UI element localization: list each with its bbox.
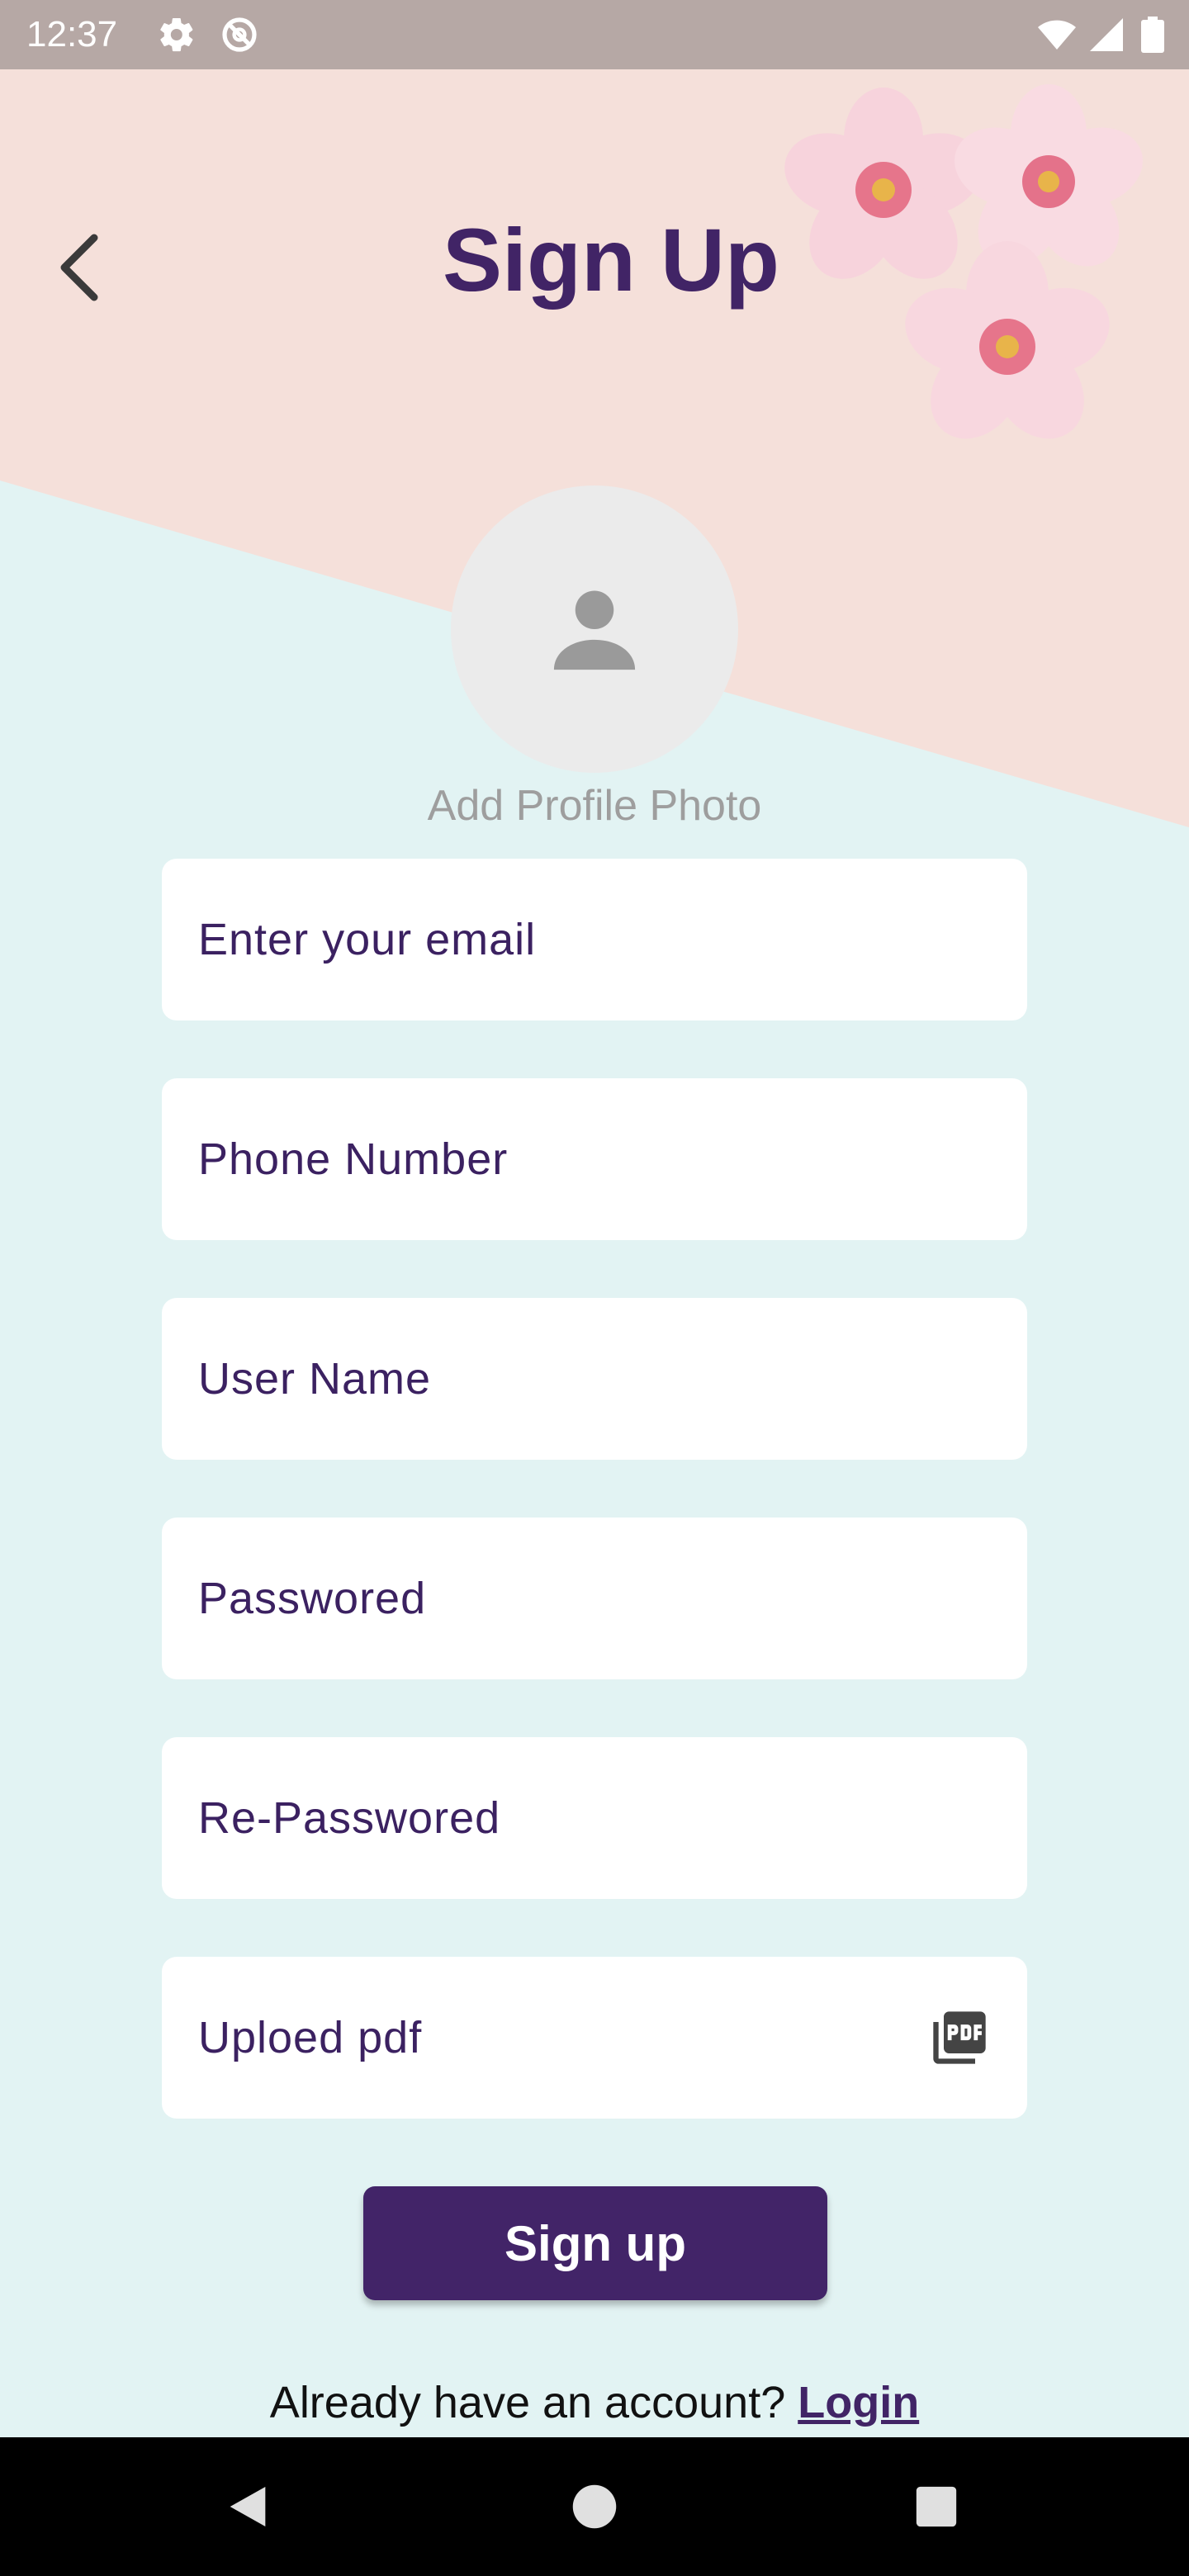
- blossom-flower: [784, 88, 983, 279]
- person-icon: [553, 590, 636, 670]
- login-link[interactable]: Login: [798, 2378, 919, 2427]
- blossom-flower: [955, 84, 1143, 267]
- signup-screen: 12:37 Sign Up Add Profile Photo Enter yo…: [0, 0, 1189, 2576]
- back-button[interactable]: [46, 225, 112, 310]
- nav-home-icon: [572, 2484, 617, 2529]
- signal-icon: [1090, 18, 1123, 51]
- no-disturb-icon: [222, 17, 257, 52]
- nav-back-button[interactable]: [215, 2474, 281, 2540]
- password-field[interactable]: Passwored: [162, 1518, 1027, 1679]
- system-navigation-bar: [0, 2437, 1189, 2576]
- upload-pdf-field[interactable]: Uploed pdf: [162, 1957, 1027, 2119]
- signup-button[interactable]: Sign up: [363, 2186, 827, 2300]
- status-time: 12:37: [26, 14, 118, 54]
- battery-icon: [1141, 17, 1164, 53]
- pdf-icon: [933, 2011, 986, 2064]
- email-field[interactable]: Enter your email: [162, 859, 1027, 1020]
- nav-home-button[interactable]: [561, 2474, 628, 2540]
- profile-photo-button[interactable]: [451, 485, 738, 773]
- repeat-password-field-placeholder: Re-Passwored: [198, 1793, 501, 1843]
- user-name-field-placeholder: User Name: [198, 1354, 432, 1404]
- gear-icon: [160, 17, 193, 52]
- upload-pdf-field-placeholder: Uploed pdf: [198, 2013, 423, 2062]
- add-profile-photo-label: Add Profile Photo: [427, 782, 762, 830]
- pdf-upload-button[interactable]: [928, 2006, 991, 2069]
- login-prompt-row: Already have an account? Login: [0, 2371, 1189, 2434]
- nav-back-icon: [230, 2487, 266, 2526]
- password-field-placeholder: Passwored: [198, 1574, 427, 1623]
- nav-recents-icon: [916, 2486, 957, 2527]
- status-bar: 12:37: [0, 0, 1189, 69]
- cherry-blossom-decoration: [784, 84, 1143, 439]
- email-field-placeholder: Enter your email: [198, 915, 537, 964]
- phone-number-field[interactable]: Phone Number: [162, 1078, 1027, 1240]
- repeat-password-field[interactable]: Re-Passwored: [162, 1737, 1027, 1899]
- user-name-field[interactable]: User Name: [162, 1298, 1027, 1460]
- chevron-left-icon: [60, 234, 98, 301]
- wifi-icon: [1038, 20, 1076, 50]
- nav-recents-button[interactable]: [903, 2474, 969, 2540]
- phone-number-field-placeholder: Phone Number: [198, 1134, 509, 1184]
- login-prompt-text: Already have an account?: [269, 2378, 798, 2427]
